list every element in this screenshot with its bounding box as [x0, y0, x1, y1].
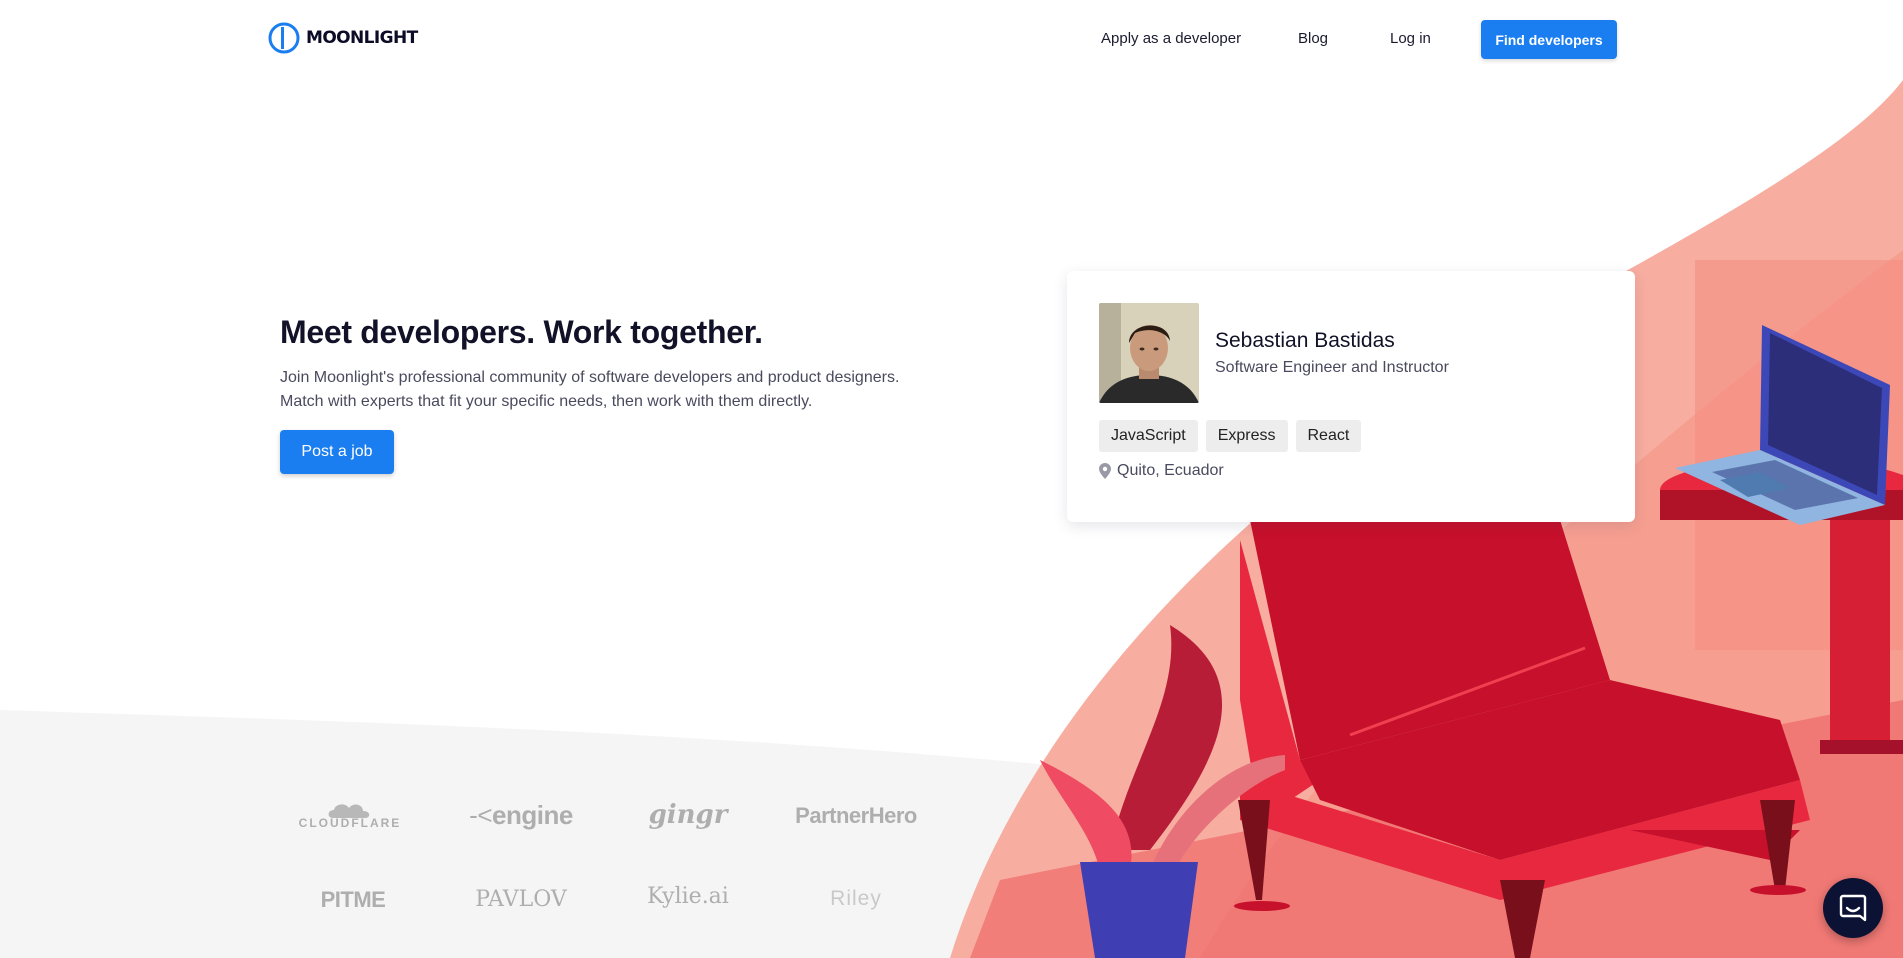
location-text: Quito, Ecuador	[1117, 462, 1224, 479]
map-pin-icon	[1099, 463, 1111, 479]
nav-apply-developer[interactable]: Apply as a developer	[1101, 30, 1241, 47]
skill-tags: JavaScript Express React	[1099, 420, 1362, 452]
client-logo-pitme: PITME	[320, 887, 386, 912]
client-logo-cloudflare: CLOUDFLARE	[280, 800, 420, 830]
developer-name: Sebastian Bastidas	[1215, 329, 1395, 352]
client-logo-pavlov: PAVLOV	[475, 887, 567, 912]
engine-mark-icon: -<	[469, 800, 493, 830]
developer-avatar	[1099, 303, 1199, 403]
client-logo-engine: -<engine	[451, 800, 591, 831]
chat-launcher-button[interactable]	[1823, 878, 1883, 938]
hero-subtitle-line-1: Join Moonlight's professional community …	[280, 369, 900, 386]
nav-blog[interactable]: Blog	[1298, 30, 1328, 47]
chat-icon	[1839, 894, 1867, 922]
post-job-button[interactable]: Post a job	[280, 430, 394, 474]
client-logo-partnerhero: PartnerHero	[795, 803, 917, 828]
moonlight-logo-icon	[268, 22, 300, 54]
developer-profile-card[interactable]: Sebastian Bastidas Software Engineer and…	[1067, 271, 1635, 522]
nav-login[interactable]: Log in	[1390, 30, 1431, 47]
developer-location: Quito, Ecuador	[1099, 462, 1224, 480]
skill-tag: React	[1295, 420, 1362, 452]
brand-name: MOONLIGHT	[306, 28, 418, 48]
client-logo-text: CLOUDFLARE	[298, 816, 402, 830]
hero-title: Meet developers. Work together.	[280, 314, 763, 350]
skill-tag: Express	[1205, 420, 1288, 452]
hero-subtitle: Join Moonlight's professional community …	[280, 366, 1000, 414]
client-logo-text: engine	[492, 800, 573, 830]
client-logo-gingr: gingr	[648, 800, 728, 830]
client-logo-kylie: Kylie.ai	[647, 884, 729, 909]
find-developers-button[interactable]: Find developers	[1481, 20, 1617, 59]
client-logo-riley: Riley	[830, 887, 882, 910]
brand-logo[interactable]: MOONLIGHT	[268, 22, 418, 54]
developer-role: Software Engineer and Instructor	[1215, 359, 1449, 376]
skill-tag: JavaScript	[1099, 420, 1198, 452]
hero-subtitle-line-2: Match with experts that fit your specifi…	[280, 393, 813, 410]
